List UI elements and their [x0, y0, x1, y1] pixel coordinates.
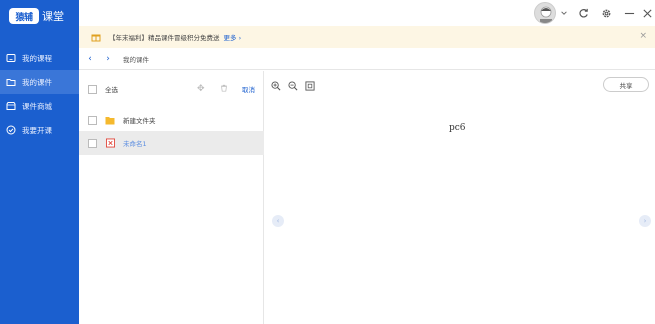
chevron-right-icon: ›: [643, 217, 647, 225]
move-icon[interactable]: ✥: [197, 84, 205, 94]
sidebar-item-courseware-shop[interactable]: 课件商城: [0, 94, 79, 118]
minimize-icon[interactable]: [621, 5, 637, 21]
previous-page-button[interactable]: ‹: [272, 215, 284, 227]
shop-icon: [6, 101, 16, 111]
close-icon[interactable]: [639, 5, 655, 21]
sidebar-item-label: 我要开课: [22, 125, 52, 135]
gift-icon: [91, 32, 101, 42]
file-name: 新建文件夹: [123, 117, 156, 125]
folder-icon: [6, 77, 16, 87]
list-item[interactable]: 未命名1: [79, 131, 264, 155]
notice-close-button[interactable]: ×: [639, 31, 647, 41]
refresh-icon[interactable]: [575, 5, 591, 21]
courseware-file-icon: [105, 138, 115, 148]
file-name: 未命名1: [123, 140, 147, 148]
avatar[interactable]: [534, 2, 556, 24]
forward-arrow-icon[interactable]: ›: [103, 54, 113, 64]
trash-icon[interactable]: [220, 84, 228, 94]
share-button[interactable]: 共享: [603, 77, 649, 92]
folder-icon: [105, 116, 115, 125]
sidebar-item-label: 我的课件: [22, 77, 52, 87]
logo-mark: 猿辅: [9, 8, 39, 24]
preview-panel: 共享 pc6 ‹ ›: [265, 71, 655, 324]
zoom-out-icon[interactable]: [287, 80, 298, 91]
back-arrow-icon[interactable]: ‹: [85, 54, 95, 64]
breadcrumb-path[interactable]: 我的课件: [123, 54, 149, 64]
chevron-left-icon: ‹: [276, 217, 280, 225]
logo-text: 课堂: [42, 10, 64, 23]
sidebar-item-label: 课件商城: [22, 101, 52, 111]
sidebar-item-start-course[interactable]: 我要开课: [0, 118, 79, 142]
list-item[interactable]: 新建文件夹: [79, 108, 264, 132]
chevron-right-icon: ›: [238, 34, 242, 42]
item-checkbox[interactable]: [88, 115, 97, 125]
sidebar-item-label: 我的课程: [22, 53, 52, 63]
chevron-down-icon[interactable]: [556, 5, 572, 21]
breadcrumb: ‹ › 我的课件: [79, 48, 655, 70]
select-all-label[interactable]: 全选: [105, 84, 118, 94]
sidebar: 猿辅 课堂 我的课程 我的课件 课件商城 我要开课: [0, 0, 79, 324]
check-circle-icon: [6, 125, 16, 135]
page-content-label: pc6: [449, 123, 466, 133]
notice-more-link[interactable]: 更多 ›: [224, 32, 242, 42]
notice-text: 【年末福利】精品课件冒级积分免费送: [109, 34, 220, 42]
sidebar-item-my-courseware[interactable]: 我的课件: [0, 70, 79, 94]
file-list-panel: 全选 ✥ 取消 新建文件夹 未命名1: [79, 71, 264, 324]
title-bar: [79, 0, 655, 26]
tablet-icon: [6, 53, 16, 63]
cancel-button[interactable]: 取消: [242, 84, 255, 94]
file-list-toolbar: 全选 ✥ 取消: [79, 77, 264, 101]
item-checkbox[interactable]: [88, 138, 97, 148]
sidebar-item-my-courses[interactable]: 我的课程: [0, 46, 79, 70]
app-logo: 猿辅 课堂: [9, 8, 64, 24]
notice-more-label: 更多: [223, 34, 237, 42]
zoom-in-icon[interactable]: [270, 80, 281, 91]
notice-bar: 【年末福利】精品课件冒级积分免费送 更多 › ×: [79, 26, 655, 48]
next-page-button[interactable]: ›: [639, 215, 651, 227]
sidebar-nav: 我的课程 我的课件 课件商城 我要开课: [0, 46, 79, 142]
select-all-checkbox[interactable]: [88, 84, 97, 94]
gear-icon[interactable]: [598, 5, 614, 21]
fit-screen-icon[interactable]: [304, 80, 315, 91]
